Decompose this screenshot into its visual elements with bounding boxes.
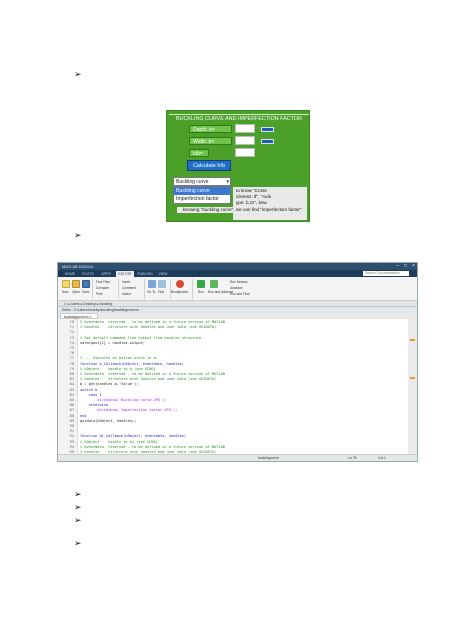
bullet-marker: ➢ [74, 503, 82, 513]
calculate-ratio-button[interactable]: Calculate h/b [187, 160, 231, 171]
editor-vertical-scrollbar[interactable] [408, 319, 417, 456]
help-line-tail: knowing "buckling curve", we can find "i… [177, 207, 307, 213]
breakpoints-icon[interactable] [176, 280, 184, 288]
ribbon-divider [144, 279, 145, 299]
documentation-search-input[interactable]: Search Documentation [363, 271, 409, 276]
ribbon-tab-strip: HOME PLOTS APPS EDITOR PUBLISH VIEW Sear… [58, 270, 417, 277]
ribbon-divider [92, 279, 93, 299]
depth-label: Depth: b= [189, 125, 232, 133]
ratio-output [235, 148, 255, 157]
dropdown-value: Buckling curve [176, 179, 209, 185]
dropdown-option-imperfection-factor[interactable]: Imperfection factor [174, 195, 230, 203]
matlab-window: MATLAB R2016a – □ × HOME PLOTS APPS EDIT… [57, 262, 418, 462]
curve-select-dropdown[interactable]: Buckling curve ▾ [173, 177, 231, 186]
dropdown-options-list: Buckling curve Imperfection factor [173, 186, 231, 204]
width-small-button[interactable] [261, 139, 274, 144]
gui-help-text: to know "Cross ickness: tf", "Axis ype: … [233, 187, 307, 220]
ribbon-divider [170, 279, 171, 299]
status-mode: bucklingcurve [258, 456, 279, 460]
bullet-marker: ➢ [74, 231, 82, 241]
open-folder-icon[interactable] [72, 280, 80, 288]
save-icon[interactable] [82, 280, 90, 288]
close-icon[interactable]: × [412, 263, 415, 270]
new-file-icon[interactable] [62, 280, 70, 288]
ribbon-insert[interactable]: Insert [122, 280, 130, 284]
code-editor[interactable]: 70% eventdata reserved - to be defined i… [58, 319, 410, 456]
ribbon-find-label: Find [158, 290, 165, 294]
ribbon-comment[interactable]: Comment [122, 286, 136, 290]
buckling-gui-figure: BUCKLING CURVE AND IMPERFECTION FACTOR D… [166, 110, 310, 222]
ribbon-print[interactable]: Print [96, 292, 103, 296]
ribbon-compare[interactable]: Compare [96, 286, 109, 290]
ribbon-find-files[interactable]: Find Files [96, 280, 110, 284]
ribbon-run-section[interactable]: Run Section [230, 280, 247, 284]
ribbon-goto-label: Go To [147, 290, 156, 294]
dropdown-option-buckling-curve[interactable]: Buckling curve [174, 187, 230, 195]
ribbon-indent[interactable]: Indent [122, 292, 131, 296]
ribbon-breakpoints-label: Breakpoints [171, 290, 188, 294]
ribbon-advance[interactable]: Advance [230, 286, 242, 290]
bullet-marker: ➢ [74, 70, 82, 80]
bullet-marker: ➢ [74, 539, 82, 549]
gui-panel-title: BUCKLING CURVE AND IMPERFECTION FACTOR [169, 114, 309, 122]
width-label: Width: b= [189, 137, 232, 145]
depth-input[interactable] [235, 124, 255, 133]
depth-small-button[interactable] [261, 127, 274, 132]
scroll-marker [410, 377, 415, 379]
ribbon-divider [192, 279, 193, 299]
minimize-icon[interactable]: – [396, 263, 399, 270]
status-line: Ln 78 [348, 456, 357, 460]
width-input[interactable] [235, 136, 255, 145]
ribbon-run-and-time[interactable]: Run and Time [230, 292, 250, 296]
status-bar: bucklingcurve Ln 78 Col 1 [58, 454, 417, 461]
go-to-icon[interactable] [148, 280, 156, 288]
help-line: ype: b,zz", knw [236, 200, 267, 205]
maximize-icon[interactable]: □ [404, 263, 407, 270]
ribbon-run-label: Run [198, 290, 204, 294]
ratio-label: h/b= [189, 149, 209, 157]
status-column: Col 1 [378, 456, 386, 460]
editor-ribbon: New Open Save Find Files Compare Print I… [58, 277, 417, 301]
ribbon-divider [118, 279, 119, 299]
bullet-marker: ➢ [74, 516, 82, 526]
ribbon-save-label: Save [82, 290, 90, 294]
run-icon[interactable] [197, 280, 205, 288]
window-title: MATLAB R2016a – □ × [58, 263, 417, 270]
ribbon-open-label: Open [72, 290, 80, 294]
window-title-text: MATLAB R2016a [62, 264, 93, 269]
bullet-marker: ➢ [74, 490, 82, 500]
chevron-down-icon: ▾ [226, 179, 229, 185]
run-advance-icon[interactable] [210, 280, 218, 288]
ribbon-new-label: New [62, 290, 69, 294]
find-icon[interactable] [158, 280, 166, 288]
scroll-marker [410, 339, 415, 341]
